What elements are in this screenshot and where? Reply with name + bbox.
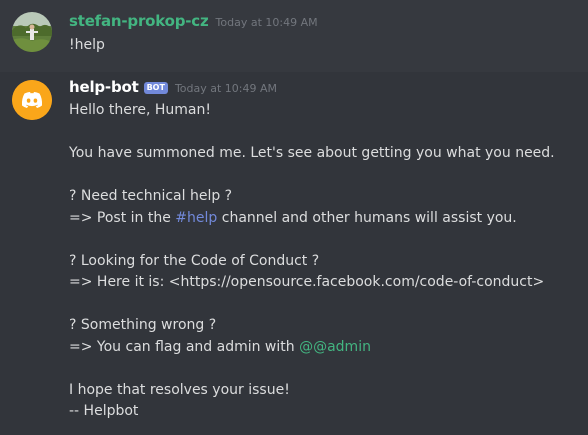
channel-mention-help[interactable]: #help bbox=[175, 210, 217, 226]
message-line-wrong-answer: => You can flag and admin with @@admin bbox=[69, 337, 580, 359]
tech-answer-prefix: => Post in the bbox=[69, 209, 176, 226]
message-bot[interactable]: help-bot BOT Today at 10:49 AM Hello the… bbox=[0, 72, 588, 435]
chat-messages: stefan-prokop-cz Today at 10:49 AM !help… bbox=[0, 0, 588, 435]
user-avatar[interactable] bbox=[12, 12, 52, 52]
role-mention-admin[interactable]: @@admin bbox=[299, 339, 371, 355]
message-line-wrong-question: ? Something wrong ? bbox=[69, 317, 217, 333]
message-user[interactable]: stefan-prokop-cz Today at 10:49 AM !help bbox=[0, 0, 588, 72]
timestamp: Today at 10:49 AM bbox=[174, 82, 278, 95]
timestamp: Today at 10:49 AM bbox=[215, 16, 318, 29]
message-line-tech-question: ? Need technical help ? bbox=[69, 188, 233, 204]
message-line-resolve: I hope that resolves your issue! bbox=[69, 381, 290, 398]
bot-avatar[interactable] bbox=[12, 80, 52, 120]
message-content: !help bbox=[69, 35, 580, 55]
wrong-answer-prefix: => You can flag and admin with bbox=[69, 338, 300, 355]
message-text: !help bbox=[69, 37, 105, 53]
message-header: stefan-prokop-cz Today at 10:49 AM bbox=[69, 12, 318, 30]
tech-answer-suffix: channel and other humans will assist you… bbox=[217, 209, 517, 226]
username[interactable]: stefan-prokop-cz bbox=[69, 12, 209, 30]
discord-logo-icon bbox=[12, 80, 52, 120]
message-line-signature: -- Helpbot bbox=[69, 403, 139, 419]
message-line-summoned: You have summoned me. Let's see about ge… bbox=[69, 145, 555, 161]
bot-tag-badge: BOT bbox=[143, 82, 168, 94]
message-line-tech-answer: => Post in the #help channel and other h… bbox=[69, 208, 580, 230]
message-header: help-bot BOT Today at 10:49 AM bbox=[69, 78, 277, 96]
message-line-greeting: Hello there, Human! bbox=[69, 102, 211, 118]
username[interactable]: help-bot bbox=[69, 78, 139, 96]
nature-photo-avatar-icon bbox=[12, 12, 52, 52]
message-line-coc-question: ? Looking for the Code of Conduct ? bbox=[69, 252, 320, 269]
message-line-coc-answer: => Here it is: <https://opensource.faceb… bbox=[69, 274, 545, 290]
message-content: Hello there, Human! You have summoned me… bbox=[69, 100, 580, 423]
